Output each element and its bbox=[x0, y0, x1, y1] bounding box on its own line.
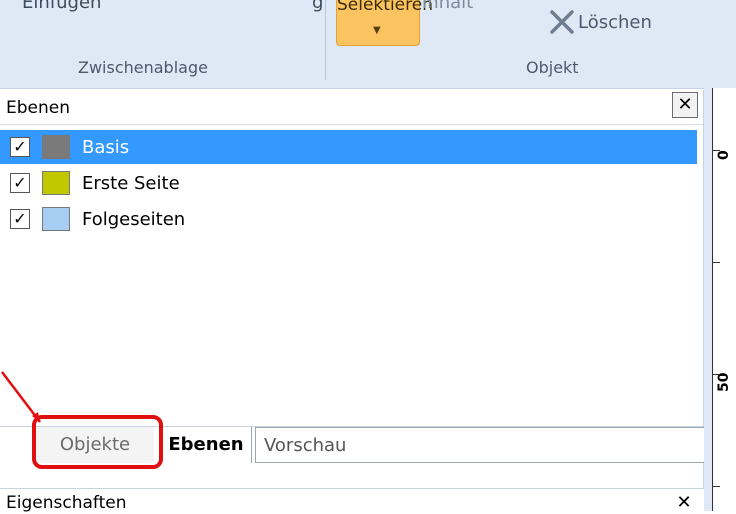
layers-panel-close-button[interactable]: ✕ bbox=[672, 92, 698, 118]
ruler-label-50: 50 bbox=[716, 372, 732, 392]
layer-label: Folgeseiten bbox=[82, 209, 186, 230]
ribbon: Einfügen g Selektieren ▼ Inhalt Löschen … bbox=[0, 0, 736, 89]
select-button[interactable]: Selektieren ▼ bbox=[336, 0, 433, 46]
ruler-label-0: 0 bbox=[716, 150, 732, 160]
layer-label: Basis bbox=[82, 137, 130, 158]
layer-row-erste-seite[interactable]: ✓ Erste Seite bbox=[0, 166, 697, 200]
layer-color-swatch bbox=[42, 171, 70, 195]
layer-checkbox[interactable]: ✓ bbox=[10, 209, 30, 229]
ruler-tick bbox=[712, 486, 720, 487]
select-button-label: Selektieren bbox=[337, 0, 433, 15]
layer-checkbox[interactable]: ✓ bbox=[10, 137, 30, 157]
tab-vorschau[interactable]: Vorschau bbox=[255, 427, 705, 463]
ruler-gap bbox=[704, 88, 712, 511]
panel-tab-strip: Objekte Ebenen Vorschau bbox=[0, 426, 705, 465]
ruler-tick bbox=[712, 262, 720, 263]
tab-ebenen[interactable]: Ebenen bbox=[160, 427, 252, 463]
chevron-down-icon: ▼ bbox=[373, 25, 381, 36]
layers-panel-title: Ebenen bbox=[6, 98, 70, 118]
properties-panel-header: Eigenschaften bbox=[0, 488, 704, 513]
layers-panel-header: Ebenen bbox=[0, 90, 704, 125]
layer-list: ✓ Basis ✓ Erste Seite ✓ Folgeseiten bbox=[0, 130, 703, 420]
arrow-icon bbox=[1, 371, 41, 423]
tab-objekte[interactable]: Objekte bbox=[36, 427, 154, 463]
group-label-object: Objekt bbox=[526, 58, 579, 77]
partial-label: g bbox=[312, 0, 324, 13]
content-button-label[interactable]: Inhalt bbox=[422, 0, 473, 13]
ruler-tick bbox=[712, 374, 720, 375]
delete-button-label[interactable]: Löschen bbox=[578, 12, 652, 33]
delete-icon[interactable] bbox=[549, 8, 575, 36]
paste-button-label[interactable]: Einfügen bbox=[22, 0, 101, 13]
group-label-clipboard: Zwischenablage bbox=[78, 58, 208, 77]
ruler-tick bbox=[712, 150, 720, 151]
layer-checkbox[interactable]: ✓ bbox=[10, 173, 30, 193]
layer-color-swatch bbox=[42, 207, 70, 231]
layer-row-folgeseiten[interactable]: ✓ Folgeseiten bbox=[0, 202, 697, 236]
layer-label: Erste Seite bbox=[82, 173, 180, 194]
properties-panel-title: Eigenschaften bbox=[6, 493, 127, 513]
ribbon-group-separator bbox=[325, 0, 326, 80]
layer-row-basis[interactable]: ✓ Basis bbox=[0, 130, 697, 164]
layer-color-swatch bbox=[42, 135, 70, 159]
